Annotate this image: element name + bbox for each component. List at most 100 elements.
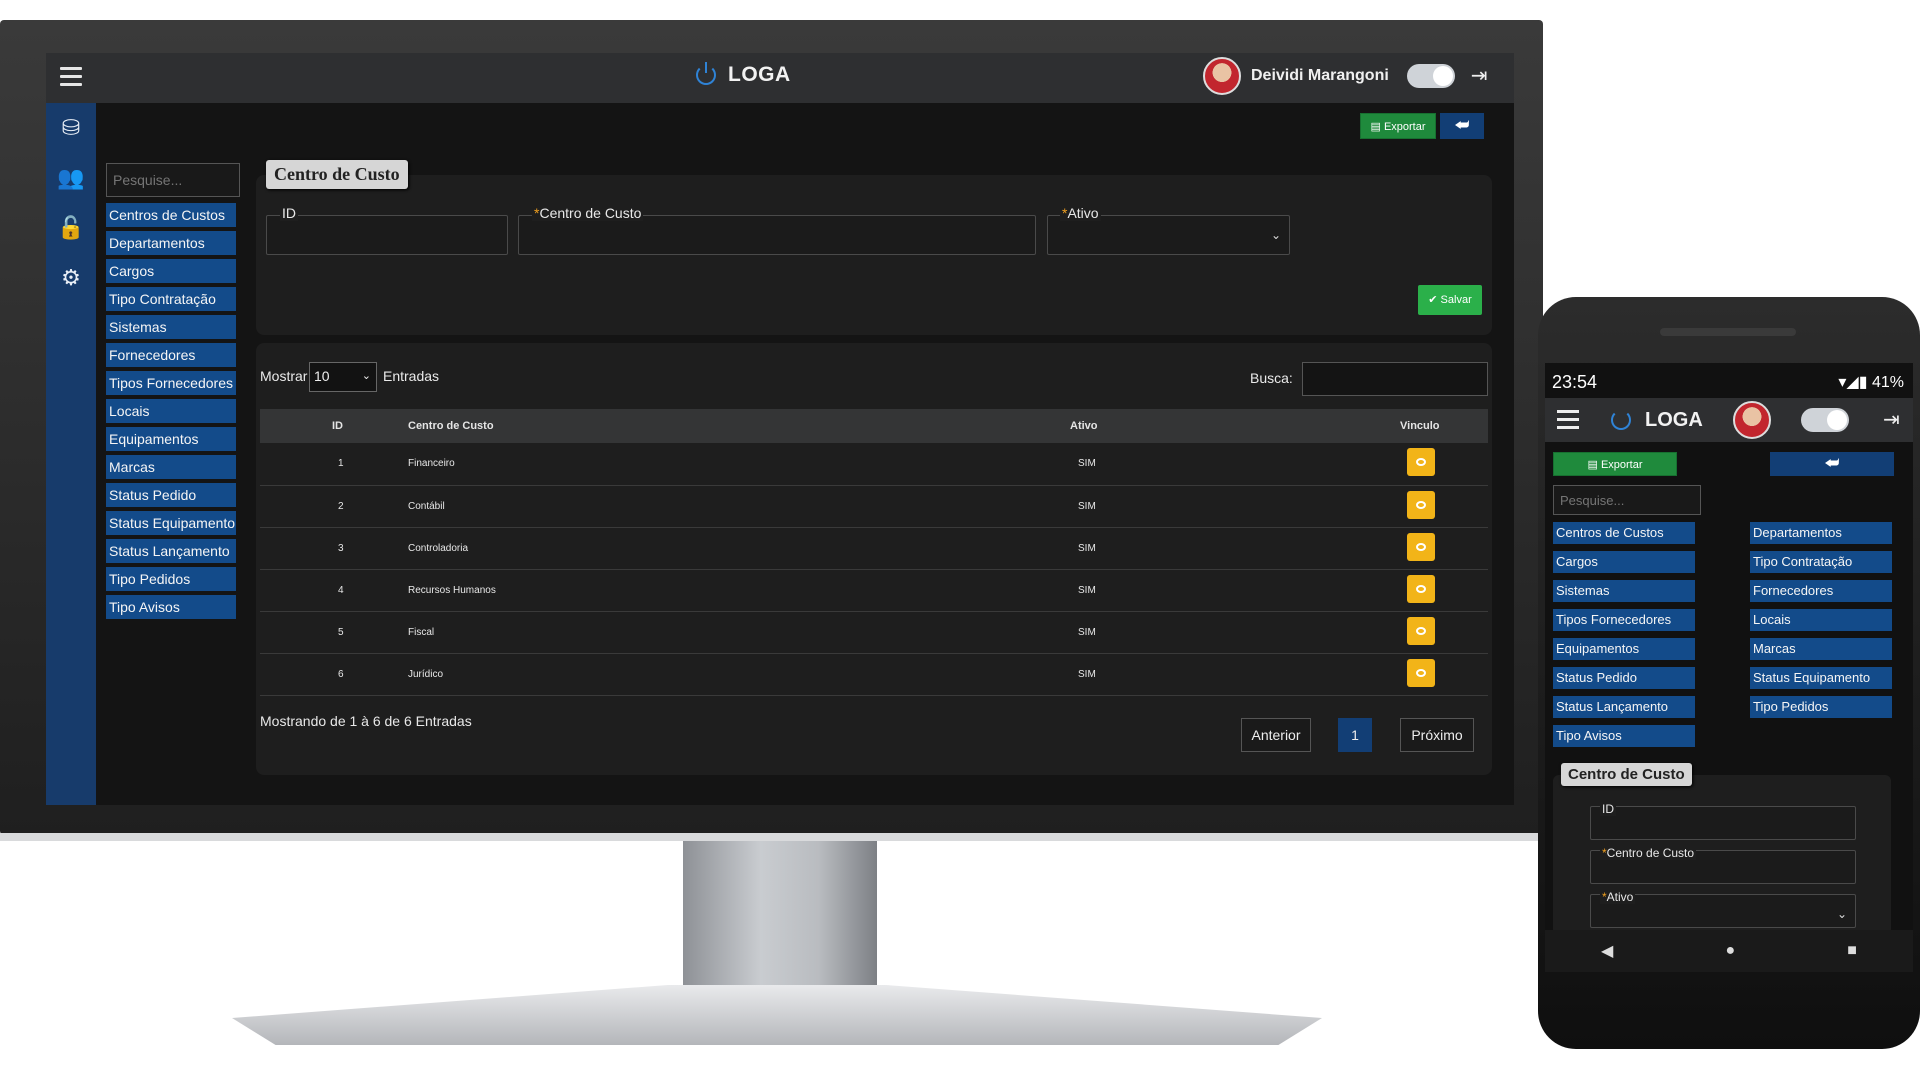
app-title: LOGA bbox=[728, 63, 791, 86]
page-size-value: 10 bbox=[314, 368, 330, 384]
phone-sidebar-item[interactable]: Locais bbox=[1750, 609, 1892, 631]
phone-sidebar-item[interactable]: Departamentos bbox=[1750, 522, 1892, 544]
phone-sidebar-item[interactable]: Fornecedores bbox=[1750, 580, 1892, 602]
cell-ativo: SIM bbox=[1030, 569, 1270, 612]
phone-menu-search-input[interactable] bbox=[1553, 485, 1701, 515]
phone-sidebar-item[interactable]: Tipo Pedidos bbox=[1750, 696, 1892, 718]
sidebar-item-status-pedido[interactable]: Status Pedido bbox=[106, 483, 236, 507]
cell-centro: Financeiro bbox=[400, 443, 1030, 486]
show-label: Mostrar bbox=[260, 368, 308, 384]
table-header-row: ID Centro de Custo Ativo Vinculo bbox=[260, 409, 1488, 443]
phone-back-arrow-icon[interactable]: ⮨ bbox=[1770, 452, 1894, 476]
data-table: ID Centro de Custo Ativo Vinculo 1 Financ… bbox=[260, 409, 1488, 696]
phone-form-title: Centro de Custo bbox=[1561, 763, 1692, 786]
phone-sidebar-item[interactable]: Tipo Avisos bbox=[1553, 725, 1695, 747]
entries-label: Entradas bbox=[383, 368, 440, 384]
back-arrow-icon[interactable]: ⮨ bbox=[1440, 113, 1484, 139]
table-row: 1 Financeiro SIM bbox=[260, 443, 1488, 486]
sidebar-item-marcas[interactable]: Marcas bbox=[106, 455, 236, 479]
logout-icon[interactable]: ⇥ bbox=[1471, 65, 1493, 87]
sidebar-item-departamentos[interactable]: Departamentos bbox=[106, 231, 236, 255]
centro-field[interactable] bbox=[518, 215, 1036, 255]
sidebar-item-locais[interactable]: Locais bbox=[106, 399, 236, 423]
eye-icon[interactable] bbox=[1407, 532, 1435, 561]
sidebar-item-tipos-fornecedores[interactable]: Tipos Fornecedores bbox=[106, 371, 236, 395]
nav-back-icon[interactable]: ◀ bbox=[1601, 941, 1613, 961]
phone-sidebar-item[interactable]: Cargos bbox=[1553, 551, 1695, 573]
table-search-input[interactable] bbox=[1302, 362, 1488, 396]
export-button[interactable]: ▤ Exportar bbox=[1360, 113, 1436, 139]
phone-sidebar-item[interactable]: Tipos Fornecedores bbox=[1553, 609, 1695, 631]
page-1-button[interactable]: 1 bbox=[1338, 718, 1372, 752]
avatar[interactable] bbox=[1733, 401, 1771, 439]
sidebar-item-status-lancamento[interactable]: Status Lançamento bbox=[106, 539, 236, 563]
id-field[interactable] bbox=[266, 215, 508, 255]
users-icon[interactable]: 👥 bbox=[46, 153, 96, 203]
phone-id-label: ID bbox=[1600, 802, 1616, 816]
nav-recents-icon[interactable]: ■ bbox=[1847, 942, 1857, 960]
nav-home-icon[interactable]: ● bbox=[1725, 942, 1735, 960]
column-header-centro[interactable]: Centro de Custo bbox=[400, 409, 1030, 443]
theme-toggle[interactable] bbox=[1801, 408, 1849, 432]
table-row: 2 Contábil SIM bbox=[260, 485, 1488, 528]
eye-icon[interactable] bbox=[1407, 574, 1435, 603]
cell-ativo: SIM bbox=[1030, 611, 1270, 654]
phone-sidebar-item[interactable]: Status Equipamento bbox=[1750, 667, 1892, 689]
sidebar-item-equipamentos[interactable]: Equipamentos bbox=[106, 427, 236, 451]
cell-id: 4 bbox=[260, 569, 400, 612]
eye-icon[interactable] bbox=[1407, 616, 1435, 645]
phone-export-button[interactable]: ▤ Exportar bbox=[1553, 452, 1677, 476]
phone-sidebar-item[interactable]: Status Pedido bbox=[1553, 667, 1695, 689]
phone-time: 23:54 bbox=[1552, 372, 1598, 392]
hamburger-icon[interactable] bbox=[1557, 410, 1579, 429]
id-label: ID bbox=[280, 205, 298, 221]
logout-icon[interactable]: ⇥ bbox=[1883, 407, 1900, 432]
sidebar-item-centros[interactable]: Centros de Custos bbox=[106, 203, 236, 227]
phone-sidebar-item[interactable]: Marcas bbox=[1750, 638, 1892, 660]
sidebar-item-status-equipamento[interactable]: Status Equipamento bbox=[106, 511, 236, 535]
eye-icon[interactable] bbox=[1407, 658, 1435, 687]
sidebar-item-cargos[interactable]: Cargos bbox=[106, 259, 236, 283]
side-menu: Centros de Custos Departamentos Cargos T… bbox=[106, 203, 236, 623]
save-button[interactable]: ✔ Salvar bbox=[1418, 285, 1482, 315]
phone-sidebar-item[interactable]: Status Lançamento bbox=[1553, 696, 1695, 718]
export-label: Exportar bbox=[1383, 121, 1426, 133]
avatar[interactable] bbox=[1203, 57, 1241, 95]
column-header-vinculo[interactable]: Vinculo bbox=[1270, 409, 1488, 443]
top-bar: LOGA Deividi Marangoni ⇥ bbox=[46, 53, 1514, 103]
menu-search-input[interactable] bbox=[106, 163, 240, 197]
phone-sidebar-item[interactable]: Sistemas bbox=[1553, 580, 1695, 602]
lock-icon[interactable]: 🔓 bbox=[46, 203, 96, 253]
gear-icon[interactable]: ⚙ bbox=[46, 253, 96, 303]
phone-status-bar: 23:54 ▾◢▮ 41% bbox=[1548, 372, 1910, 394]
sidebar-item-fornecedores[interactable]: Fornecedores bbox=[106, 343, 236, 367]
sidebar-item-tipo-avisos[interactable]: Tipo Avisos bbox=[106, 595, 236, 619]
phone-export-label: Exportar bbox=[1600, 459, 1643, 471]
database-icon[interactable]: ⛁ bbox=[46, 103, 96, 153]
phone-sidebar-item[interactable]: Centros de Custos bbox=[1553, 522, 1695, 544]
ativo-select[interactable]: ⌄ bbox=[1047, 215, 1290, 255]
column-header-ativo[interactable]: Ativo bbox=[1030, 409, 1270, 443]
phone-sidebar-item[interactable]: Equipamentos bbox=[1553, 638, 1695, 660]
eye-icon[interactable] bbox=[1407, 448, 1435, 477]
column-header-id[interactable]: ID bbox=[260, 409, 400, 443]
phone-centro-label-text: Centro de Custo bbox=[1606, 846, 1695, 860]
theme-toggle[interactable] bbox=[1406, 64, 1455, 88]
sidebar-item-sistemas[interactable]: Sistemas bbox=[106, 315, 236, 339]
prev-page-button[interactable]: Anterior bbox=[1241, 718, 1311, 752]
phone-app-title: LOGA bbox=[1645, 409, 1703, 431]
sidebar-item-tipo-contratacao[interactable]: Tipo Contratação bbox=[106, 287, 236, 311]
next-page-button[interactable]: Próximo bbox=[1400, 718, 1474, 752]
page-size-select[interactable]: 10 ⌄ bbox=[309, 362, 377, 392]
eye-icon[interactable] bbox=[1407, 490, 1435, 519]
phone-ativo-label-text: Ativo bbox=[1606, 890, 1634, 904]
sidebar-item-tipo-pedidos[interactable]: Tipo Pedidos bbox=[106, 567, 236, 591]
icon-rail: ⛁ 👥 🔓 ⚙ bbox=[46, 103, 96, 805]
cell-id: 1 bbox=[260, 443, 400, 486]
phone-id-field[interactable] bbox=[1590, 806, 1856, 840]
cell-ativo: SIM bbox=[1030, 485, 1270, 528]
monitor-stand-base bbox=[232, 985, 1322, 1045]
phone-sidebar-item[interactable]: Tipo Contratação bbox=[1750, 551, 1892, 573]
hamburger-icon[interactable] bbox=[60, 67, 82, 87]
phone-battery-value: 41% bbox=[1871, 374, 1904, 391]
